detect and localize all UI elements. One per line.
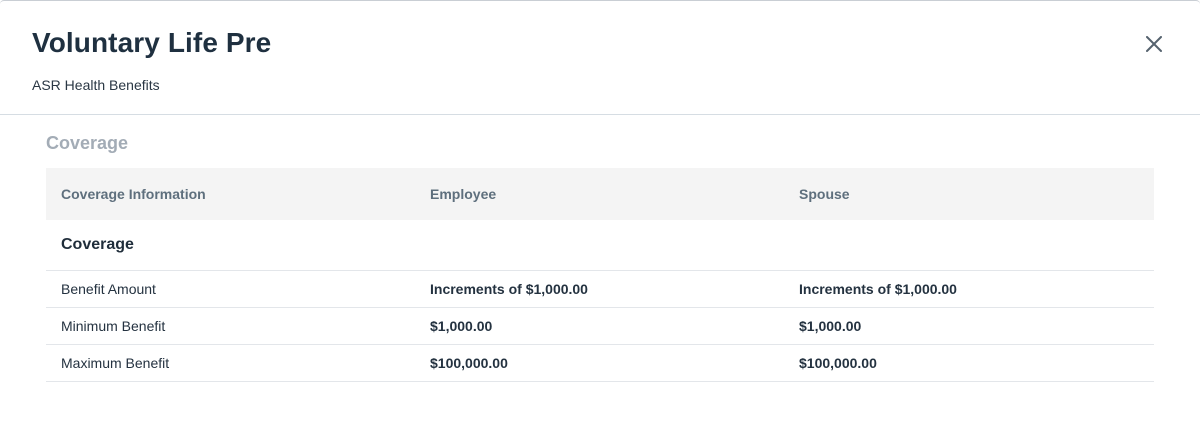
modal-header: Voluntary Life Pre ASR Health Benefits (0, 1, 1200, 115)
column-header: Coverage Information (46, 168, 415, 220)
coverage-table: Coverage Information Employee Spouse Cov… (46, 168, 1154, 382)
table-row: Maximum Benefit $100,000.00 $100,000.00 (46, 344, 1154, 382)
close-icon (1146, 36, 1162, 52)
spouse-value: Increments of $1,000.00 (784, 270, 1154, 308)
employee-value: $100,000.00 (415, 344, 784, 382)
plan-details-modal: Voluntary Life Pre ASR Health Benefits C… (0, 0, 1200, 448)
modal-subtitle: ASR Health Benefits (32, 77, 160, 93)
table-row: Benefit Amount Increments of $1,000.00 I… (46, 270, 1154, 308)
group-label: Coverage (46, 220, 415, 271)
column-header: Spouse (784, 168, 1154, 220)
employee-value: Increments of $1,000.00 (415, 270, 784, 308)
modal-title: Voluntary Life Pre (32, 27, 272, 58)
employee-value: $1,000.00 (415, 307, 784, 345)
row-label: Benefit Amount (46, 270, 415, 308)
close-button[interactable] (1138, 28, 1170, 60)
spouse-value: $100,000.00 (784, 344, 1154, 382)
table-row: Minimum Benefit $1,000.00 $1,000.00 (46, 307, 1154, 345)
section-title: Coverage (46, 133, 129, 153)
table-header-row: Coverage Information Employee Spouse (46, 168, 1154, 220)
row-label: Maximum Benefit (46, 344, 415, 382)
table-group-row: Coverage (46, 220, 1154, 271)
spouse-value: $1,000.00 (784, 307, 1154, 345)
column-header: Employee (415, 168, 784, 220)
row-label: Minimum Benefit (46, 307, 415, 345)
